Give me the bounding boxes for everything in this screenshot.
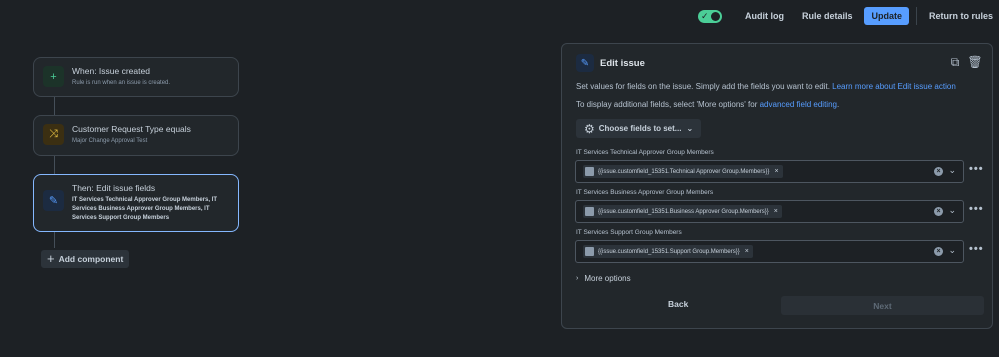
more-actions-icon[interactable]: ••• [969, 243, 984, 255]
panel-description: Set values for fields on the issue. Simp… [576, 82, 956, 91]
edit-issue-panel: ✎ Edit issue ⧉ 🗑 Set values for fields o… [561, 43, 993, 329]
connector-line [54, 156, 55, 174]
field-label: IT Services Technical Approver Group Mem… [576, 149, 714, 156]
trash-icon[interactable]: 🗑 [967, 55, 982, 69]
panel-title: Edit issue [600, 57, 645, 69]
next-button[interactable]: Next [781, 296, 984, 315]
clear-icon[interactable]: × [934, 207, 943, 216]
clear-icon[interactable]: × [934, 247, 943, 256]
value-chip[interactable]: {{issue.customfield_15351.Support Group.… [583, 245, 753, 258]
panel-description-advanced: To display additional fields, select 'Mo… [576, 100, 840, 109]
pencil-icon: ✎ [43, 190, 64, 211]
field-label: IT Services Support Group Members [576, 229, 682, 236]
plus-icon: + [43, 66, 64, 87]
divider [915, 7, 917, 25]
chevron-right-icon: › [576, 275, 579, 282]
choose-fields-label: Choose fields to set... [598, 124, 682, 133]
top-bar: ✓ Audit log Rule details Update Return t… [697, 6, 993, 26]
document-icon [585, 207, 594, 216]
action-description: IT Services Technical Approver Group Mem… [72, 197, 218, 221]
connector-line [54, 97, 55, 115]
chevron-down-icon[interactable]: ⌄ [948, 245, 956, 256]
shuffle-icon: ⤨ [43, 124, 64, 145]
more-actions-icon[interactable]: ••• [969, 163, 984, 175]
back-button[interactable]: Back [668, 299, 688, 309]
trigger-description: Rule is run when an issue is created. [72, 80, 171, 86]
action-node[interactable]: ✎ Then: Edit issue fields IT Services Te… [33, 174, 239, 232]
more-options-toggle[interactable]: › More options [576, 274, 631, 283]
return-to-rules-link[interactable]: Return to rules [920, 7, 993, 25]
field-label: IT Services Business Approver Group Memb… [576, 189, 714, 196]
rule-enabled-toggle[interactable]: ✓ [697, 9, 722, 23]
clear-icon[interactable]: × [934, 167, 943, 176]
remove-chip-icon[interactable]: × [774, 208, 778, 215]
value-chip[interactable]: {{issue.customfield_15351.Technical Appr… [583, 165, 783, 178]
rule-flow: + When: Issue created Rule is run when a… [33, 57, 239, 248]
trigger-node[interactable]: + When: Issue created Rule is run when a… [33, 57, 239, 97]
pencil-icon: ✎ [576, 54, 594, 72]
value-chip[interactable]: {{issue.customfield_15351.Business Appro… [583, 205, 782, 218]
remove-chip-icon[interactable]: × [774, 168, 778, 175]
chevron-down-icon[interactable]: ⌄ [948, 165, 956, 176]
choose-fields-button[interactable]: ⚙ Choose fields to set... ⌄ [576, 119, 702, 138]
chevron-down-icon: ⌄ [686, 124, 694, 133]
update-button[interactable]: Update [864, 7, 909, 25]
field-input[interactable]: {{issue.customfield_15351.Technical Appr… [575, 160, 964, 183]
learn-more-link[interactable]: Learn more about Edit issue action [832, 82, 956, 91]
condition-title: Customer Request Type equals [72, 124, 191, 134]
condition-node[interactable]: ⤨ Customer Request Type equals Major Cha… [33, 115, 239, 156]
trigger-title: When: Issue created [72, 66, 150, 76]
field-input[interactable]: {{issue.customfield_15351.Support Group.… [575, 240, 964, 263]
action-title: Then: Edit issue fields [72, 183, 156, 193]
rule-details-link[interactable]: Rule details [793, 7, 862, 25]
condition-description: Major Change Approval Test [72, 138, 148, 144]
document-icon [585, 167, 594, 176]
field-input[interactable]: {{issue.customfield_15351.Business Appro… [575, 200, 964, 223]
chevron-down-icon[interactable]: ⌄ [948, 205, 956, 216]
advanced-field-editing-link[interactable]: advanced field editing [760, 100, 837, 109]
remove-chip-icon[interactable]: × [745, 248, 749, 255]
check-icon: ✓ [700, 10, 709, 21]
audit-log-link[interactable]: Audit log [736, 7, 793, 25]
add-component-label: Add component [58, 254, 124, 264]
document-icon [585, 247, 594, 256]
add-component-button[interactable]: + Add component [41, 250, 130, 268]
more-actions-icon[interactable]: ••• [969, 203, 984, 215]
copy-icon[interactable]: ⧉ [948, 55, 962, 69]
gear-icon: ⚙ [584, 121, 595, 136]
connector-line [54, 232, 55, 248]
plus-icon: + [47, 251, 55, 266]
